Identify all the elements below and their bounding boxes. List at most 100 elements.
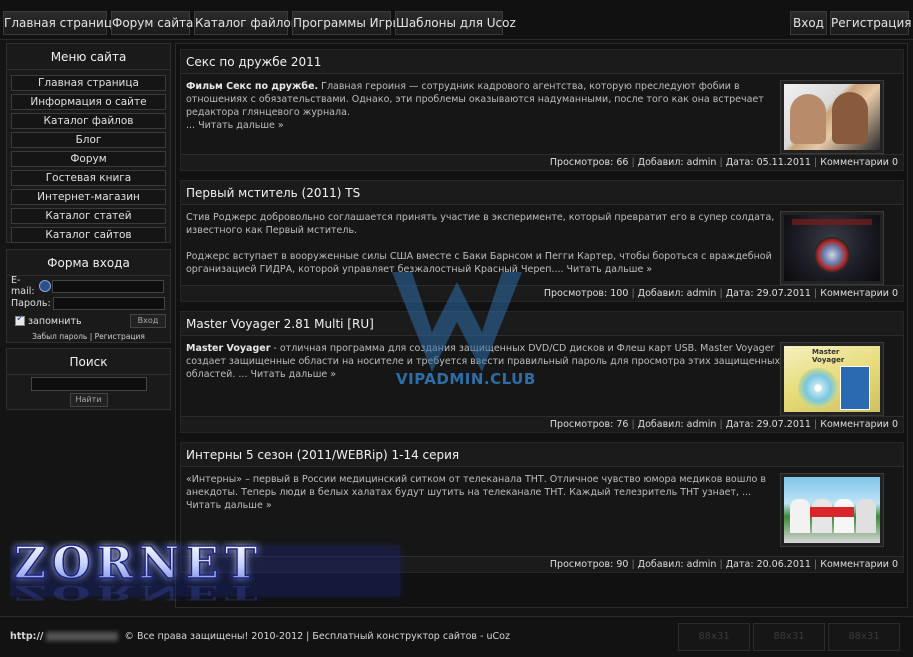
post-thumbnail[interactable] bbox=[780, 473, 884, 547]
read-more-link[interactable]: . Читать дальше » bbox=[561, 264, 653, 275]
remember-label: запомнить bbox=[28, 315, 82, 327]
post-body: Стив Роджерс добровольно соглашается при… bbox=[186, 212, 775, 236]
post-lead: Master Voyager bbox=[186, 343, 271, 354]
comments-link[interactable]: Комментарии bbox=[820, 419, 889, 430]
views-label: Просмотров: bbox=[543, 288, 608, 299]
search-block: Поиск Найти bbox=[6, 348, 171, 410]
views-label: Просмотров: bbox=[549, 157, 614, 168]
read-more-link[interactable]: ... Читать дальше » bbox=[186, 120, 284, 131]
svg-text:ZORNET: ZORNET bbox=[14, 581, 263, 602]
views-label: Просмотров: bbox=[549, 419, 614, 430]
comments-link[interactable]: Комментарии bbox=[820, 157, 889, 168]
nav-ucoz-templates[interactable]: Шаблоны для Ucoz bbox=[395, 11, 516, 35]
author-label: Добавил: bbox=[637, 157, 684, 168]
ucoz-builder-link[interactable]: конструктор сайтов bbox=[377, 631, 477, 642]
menu-block: Меню сайта Главная страница Информация о… bbox=[6, 43, 171, 243]
counter-badge[interactable]: 88x31 bbox=[753, 623, 825, 651]
views-count: 76 bbox=[616, 419, 629, 430]
post-date: 20.06.2011 bbox=[756, 559, 811, 570]
login-button[interactable]: Вход bbox=[130, 314, 166, 328]
sidebar-item-forum[interactable]: Форум bbox=[11, 151, 166, 167]
date-label: Дата: bbox=[725, 559, 754, 570]
counter-badge[interactable]: 88x31 bbox=[828, 623, 900, 651]
nav-files[interactable]: Каталог файлов bbox=[194, 11, 298, 35]
sidebar-item-sites[interactable]: Каталог сайтов bbox=[11, 227, 166, 243]
login-block: Форма входа E-mail: Пароль: ✓ запомнить … bbox=[6, 249, 171, 343]
post-text: Фильм Секс по дружбе. Главная героиня — … bbox=[186, 80, 784, 132]
password-row: Пароль: bbox=[11, 296, 166, 310]
nav-register[interactable]: Регистрация bbox=[830, 11, 911, 35]
post-thumbnail[interactable]: Master Voyager bbox=[780, 342, 884, 416]
date-label: Дата: bbox=[725, 157, 754, 168]
post-item: Master Voyager 2.81 Multi [RU] Master Vo… bbox=[180, 311, 904, 433]
post-date: 05.11.2011 bbox=[756, 157, 811, 168]
site-url-prefix: http:// bbox=[10, 631, 44, 642]
comments-count: 0 bbox=[891, 288, 898, 299]
post-text: «Интерны» – первый в России медицинский … bbox=[186, 473, 784, 512]
post-date: 29.07.2011 bbox=[756, 419, 811, 430]
nav-login[interactable]: Вход bbox=[790, 11, 827, 35]
post-item: Секс по дружбе 2011 Фильм Секс по дружбе… bbox=[180, 49, 904, 171]
post-thumbnail[interactable] bbox=[780, 80, 884, 154]
register-link[interactable]: Регистрация bbox=[95, 332, 145, 341]
sidebar-item-blog[interactable]: Блог bbox=[11, 132, 166, 148]
password-label: Пароль: bbox=[11, 297, 51, 309]
login-title: Форма входа bbox=[7, 250, 170, 276]
author-label: Добавил: bbox=[637, 559, 684, 570]
sidebar: Меню сайта Главная страница Информация о… bbox=[6, 43, 171, 410]
sidebar-item-about[interactable]: Информация о сайте bbox=[11, 94, 166, 110]
sidebar-item-shop[interactable]: Интернет-магазин bbox=[11, 189, 166, 205]
post-title[interactable]: Master Voyager 2.81 Multi [RU] bbox=[181, 312, 903, 336]
sidebar-item-home[interactable]: Главная страница bbox=[11, 75, 166, 91]
search-button[interactable]: Найти bbox=[69, 393, 108, 407]
sidebar-item-guestbook[interactable]: Гостевая книга bbox=[11, 170, 166, 186]
top-navigation: Главная страница Форум сайта Каталог фай… bbox=[0, 0, 913, 40]
counter-badge[interactable]: 88x31 bbox=[678, 623, 750, 651]
date-label: Дата: bbox=[725, 288, 754, 299]
date-label: Дата: bbox=[725, 419, 754, 430]
menu-title: Меню сайта bbox=[7, 44, 170, 70]
author-link[interactable]: admin bbox=[687, 419, 717, 430]
nav-programs-games[interactable]: Программы Игры bbox=[292, 11, 402, 35]
password-field[interactable] bbox=[53, 296, 165, 310]
post-title[interactable]: Интерны 5 сезон (2011/WEBRip) 1-14 серия bbox=[181, 443, 903, 467]
email-label: E-mail: bbox=[11, 275, 35, 297]
login-links: Забыл пароль | Регистрация bbox=[7, 332, 170, 341]
comments-link[interactable]: Комментарии bbox=[820, 559, 889, 570]
views-label: Просмотров: bbox=[549, 559, 614, 570]
links-divider: | bbox=[89, 332, 93, 341]
nav-forum[interactable]: Форум сайта bbox=[111, 11, 193, 35]
search-input[interactable] bbox=[30, 377, 147, 391]
blurred-url[interactable] bbox=[46, 632, 119, 641]
main-content: Секс по дружбе 2011 Фильм Секс по дружбе… bbox=[175, 43, 908, 608]
post-body: «Интерны» – первый в России медицинский … bbox=[186, 474, 766, 498]
email-field[interactable] bbox=[52, 279, 164, 293]
sidebar-item-articles[interactable]: Каталог статей bbox=[11, 208, 166, 224]
comments-link[interactable]: Комментарии bbox=[820, 288, 889, 299]
post-title[interactable]: Секс по дружбе 2011 bbox=[181, 50, 903, 74]
post-thumbnail[interactable] bbox=[780, 211, 884, 285]
forgot-password-link[interactable]: Забыл пароль bbox=[32, 332, 87, 341]
comments-count: 0 bbox=[891, 157, 898, 168]
openid-icon[interactable] bbox=[39, 280, 51, 292]
post-item: Первый мститель (2011) TS Стив Роджерс д… bbox=[180, 180, 904, 302]
author-link[interactable]: admin bbox=[687, 288, 717, 299]
post-date: 29.07.2011 bbox=[756, 288, 811, 299]
site-logo[interactable]: ZORNET ZORNET bbox=[10, 540, 410, 602]
author-link[interactable]: admin bbox=[687, 559, 717, 570]
post-meta: Просмотров: 100 | Добавил: admin | Дата:… bbox=[181, 285, 903, 301]
post-title[interactable]: Первый мститель (2011) TS bbox=[181, 181, 903, 205]
post-lead: Фильм Секс по дружбе. bbox=[186, 81, 319, 92]
comments-count: 0 bbox=[891, 559, 898, 570]
author-label: Добавил: bbox=[637, 419, 684, 430]
checkmark-icon: ✓ bbox=[16, 313, 25, 324]
read-more-link[interactable]: ... Читать дальше » bbox=[238, 369, 336, 380]
sidebar-item-files[interactable]: Каталог файлов bbox=[11, 113, 166, 129]
remember-checkbox[interactable]: ✓ bbox=[15, 313, 25, 326]
author-link[interactable]: admin bbox=[687, 157, 717, 168]
nav-home[interactable]: Главная страница bbox=[3, 11, 119, 35]
ucoz-suffix: - uCoz bbox=[480, 631, 510, 642]
email-row: E-mail: bbox=[11, 275, 166, 297]
remember-row: ✓ запомнить Вход bbox=[11, 313, 166, 329]
post-meta: Просмотров: 66 | Добавил: admin | Дата: … bbox=[181, 154, 903, 170]
